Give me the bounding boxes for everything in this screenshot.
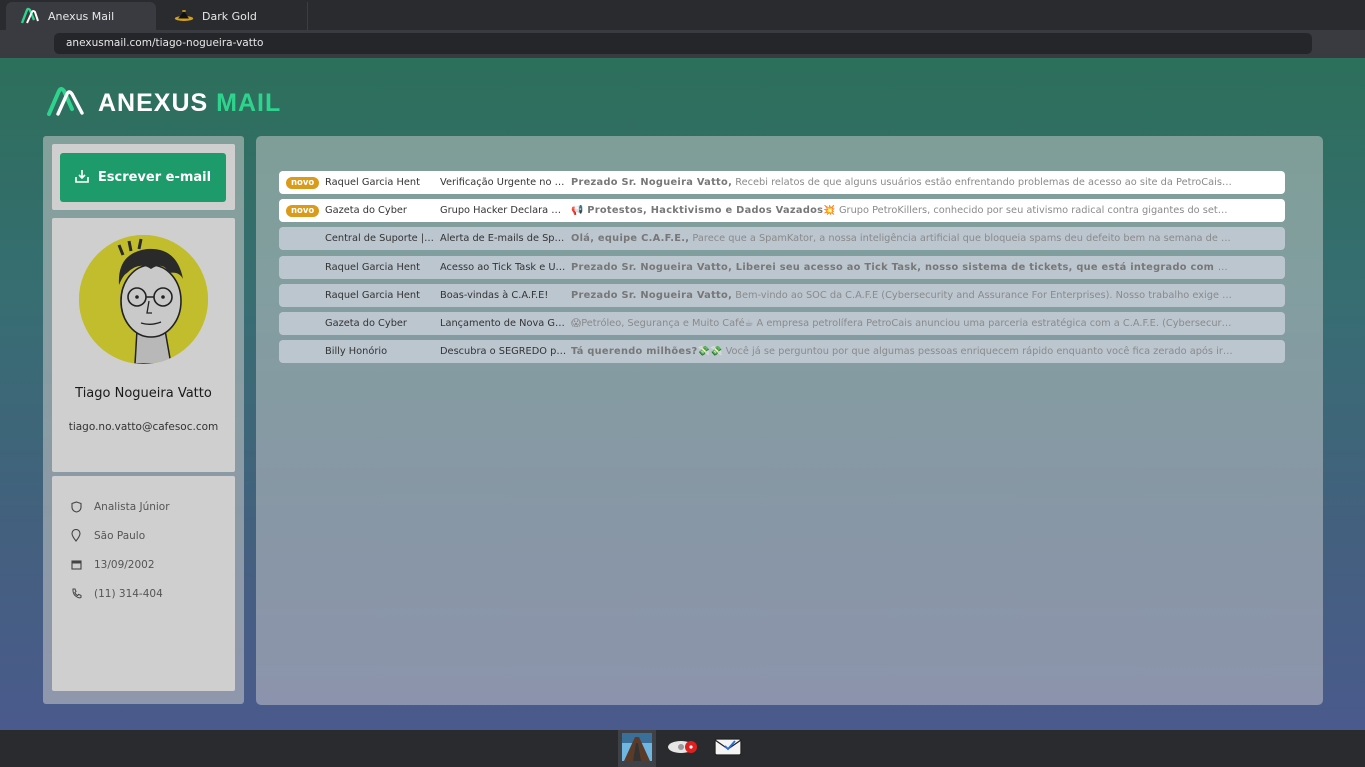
inbox-panel: novo Raquel Garcia Hent Verificação Urge… [256, 136, 1323, 705]
profile-name: Tiago Nogueira Vatto [75, 386, 212, 401]
email-row[interactable]: novo Gazeta do Cyber Grupo Hacker Declar… [279, 199, 1285, 222]
compose-button[interactable]: Escrever e-mail [60, 153, 226, 202]
mail-page: ANEXUS MAIL Escrever e-mail Tiago Noguei… [0, 58, 1365, 730]
logo-text: ANEXUS MAIL [98, 88, 282, 117]
email-sender: Gazeta do Cyber [325, 205, 407, 216]
info-phone: (11) 314-404 [70, 587, 163, 600]
avatar [79, 235, 208, 364]
phone-icon [70, 587, 82, 600]
email-preview: Prezado Sr. Nogueira Vatto, Recebi relat… [571, 177, 1259, 188]
email-row[interactable]: Raquel Garcia Hent Boas-vindas à C.A.F.E… [279, 284, 1285, 307]
dark-gold-icon [174, 7, 194, 25]
email-subject: Lançamento de Nova Ga… [440, 318, 571, 329]
tab-anexus-mail[interactable]: Anexus Mail [6, 2, 156, 30]
anexus-logo-icon [20, 7, 40, 25]
info-card: Analista Júnior São Paulo 13/09/2002 (11… [52, 476, 235, 691]
address-bar-container: anexusmail.com/tiago-nogueira-vatto [0, 30, 1365, 58]
email-preview: Prezado Sr. Nogueira Vatto, Bem-vindo ao… [571, 290, 1253, 301]
email-subject: Alerta de E-mails de Spam [440, 233, 571, 244]
taskbar-app-road[interactable] [618, 730, 656, 767]
anexus-mail-logo[interactable]: ANEXUS MAIL [46, 85, 281, 121]
email-subject: Boas-vindas à C.A.F.E! [440, 290, 549, 301]
calendar-icon [70, 558, 82, 571]
email-row[interactable]: Gazeta do Cyber Lançamento de Nova Ga… 😱… [279, 312, 1285, 335]
email-row[interactable]: Billy Honório Descubra o SEGREDO p… Tá q… [279, 340, 1285, 363]
email-sender: Raquel Garcia Hent [325, 177, 420, 188]
address-bar[interactable]: anexusmail.com/tiago-nogueira-vatto [54, 33, 1312, 54]
mail-app-icon [713, 737, 743, 761]
email-preview: Olá, equipe C.A.F.E., Parece que a SpamK… [571, 233, 1259, 244]
email-subject: Grupo Hacker Declara G… [440, 205, 569, 216]
eye-notification-app-icon [667, 738, 699, 760]
email-sender: Gazeta do Cyber [325, 318, 407, 329]
compose-icon [75, 169, 89, 187]
taskbar [0, 730, 1365, 767]
tab-title: Dark Gold [202, 9, 257, 23]
email-row[interactable]: Central de Suporte | C. Alerta de E-mail… [279, 227, 1285, 250]
taskbar-app-eye[interactable] [664, 730, 702, 767]
tab-title: Anexus Mail [48, 9, 115, 23]
new-badge: novo [286, 204, 320, 217]
anexus-logo-icon [46, 85, 86, 121]
new-badge: novo [286, 176, 320, 189]
compose-label: Escrever e-mail [97, 170, 212, 185]
email-preview: Tá querendo milhões?💸💸 Você já se pergun… [571, 346, 1267, 357]
email-sender: Raquel Garcia Hent [325, 290, 420, 301]
profile-card: Tiago Nogueira Vatto tiago.no.vatto@cafe… [52, 218, 235, 472]
email-subject: Verificação Urgente no S… [440, 177, 571, 188]
road-tunnel-app-icon [622, 732, 652, 765]
info-birthdate: 13/09/2002 [70, 558, 155, 571]
location-pin-icon [70, 529, 82, 542]
browser-tab-bar: Anexus Mail Dark Gold [0, 0, 1365, 30]
taskbar-app-mail[interactable] [709, 730, 747, 767]
email-preview: 😱Petróleo, Segurança e Muito Café☕ A emp… [571, 318, 1238, 329]
email-preview: Prezado Sr. Nogueira Vatto, Liberei seu … [571, 262, 1276, 273]
email-row[interactable]: novo Raquel Garcia Hent Verificação Urge… [279, 171, 1285, 194]
email-subject: Descubra o SEGREDO p… [440, 346, 567, 357]
info-location: São Paulo [70, 529, 145, 542]
email-sender: Raquel Garcia Hent [325, 262, 420, 273]
shield-icon [70, 500, 82, 513]
tab-dark-gold[interactable]: Dark Gold [160, 2, 308, 30]
sidebar: Escrever e-mail Tiago Nogueira Vatto tia… [43, 136, 244, 704]
email-row[interactable]: Raquel Garcia Hent Acesso ao Tick Task e… [279, 256, 1285, 279]
info-role: Analista Júnior [70, 500, 170, 513]
email-sender: Central de Suporte | C. [325, 233, 438, 244]
email-sender: Billy Honório [325, 346, 388, 357]
profile-email: tiago.no.vatto@cafesoc.com [68, 421, 219, 433]
email-preview: 📢 Protestos, Hacktivismo e Dados Vazados… [571, 205, 1263, 216]
email-subject: Acesso ao Tick Task e Us… [440, 262, 571, 273]
compose-card: Escrever e-mail [52, 144, 235, 210]
